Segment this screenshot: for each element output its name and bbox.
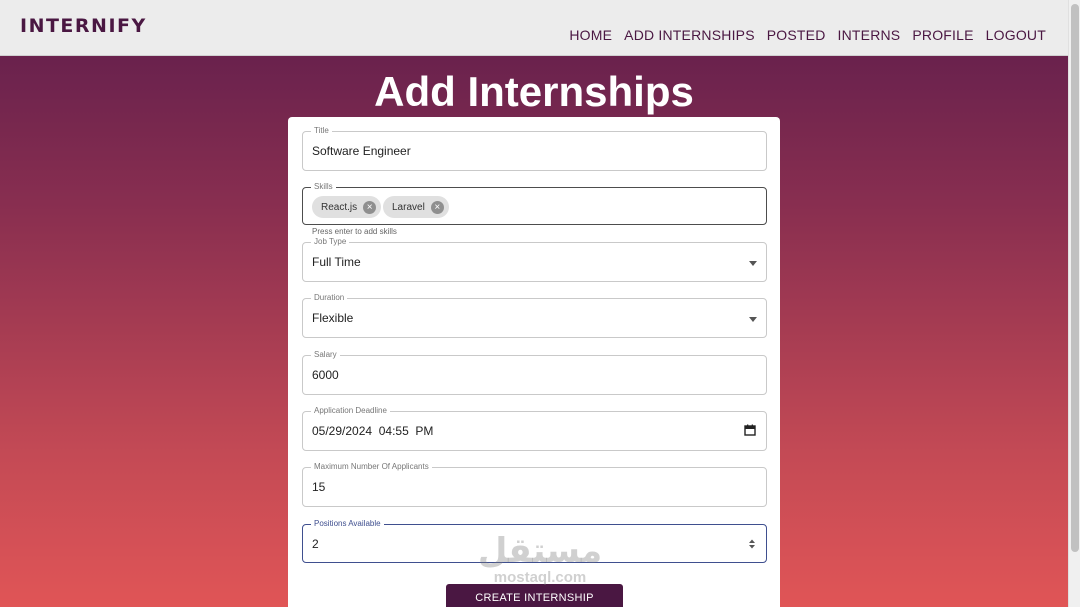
duration-label: Duration	[311, 293, 348, 302]
skills-helper-text: Press enter to add skills	[312, 227, 397, 236]
scrollbar-thumb[interactable]	[1071, 4, 1079, 552]
nav-profile-link[interactable]: PROFILE	[912, 27, 973, 43]
nav-home-link[interactable]: HOME	[569, 27, 612, 43]
positions-label: Positions Available	[311, 519, 384, 528]
salary-value[interactable]: 6000	[312, 368, 339, 382]
deadline-label: Application Deadline	[311, 406, 390, 415]
duration-select[interactable]: Duration Flexible	[302, 293, 767, 338]
duration-value: Flexible	[312, 311, 354, 325]
skill-chip-label: Laravel	[392, 201, 425, 213]
salary-label: Salary	[311, 350, 340, 359]
job-type-select[interactable]: Job Type Full Time	[302, 237, 767, 282]
title-value[interactable]: Software Engineer	[312, 144, 411, 158]
title-field[interactable]: Title Software Engineer	[302, 126, 767, 171]
max-applicants-field[interactable]: Maximum Number Of Applicants 15	[302, 462, 767, 507]
calendar-icon[interactable]	[744, 424, 756, 436]
arrow-drop-down-icon[interactable]	[749, 261, 757, 266]
skills-label: Skills	[311, 182, 336, 191]
application-deadline-field[interactable]: Application Deadline 05/29/2024 04:55 PM	[302, 406, 767, 451]
create-internship-button[interactable]: CREATE INTERNSHIP	[446, 584, 623, 607]
positions-available-field[interactable]: Positions Available 2	[302, 519, 767, 563]
main-nav: HOME ADD INTERNSHIPS POSTED INTERNS PROF…	[569, 27, 1046, 43]
page-title: Add Internships	[374, 68, 694, 115]
salary-field[interactable]: Salary 6000	[302, 350, 767, 395]
nav-interns-link[interactable]: INTERNS	[838, 27, 901, 43]
brand-logo[interactable]: INTERNIFY	[20, 15, 147, 37]
nav-add-internships-link[interactable]: ADD INTERNSHIPS	[624, 27, 755, 43]
positions-value[interactable]: 2	[312, 537, 319, 551]
arrow-drop-down-icon[interactable]	[749, 317, 757, 322]
skill-chip[interactable]: Laravel ×	[383, 196, 449, 218]
max-applicants-value[interactable]: 15	[312, 480, 325, 494]
skills-field[interactable]: Skills React.js × Laravel ×	[302, 182, 767, 225]
add-internship-form: Title Software Engineer Skills React.js …	[288, 117, 780, 607]
top-navbar: INTERNIFY HOME ADD INTERNSHIPS POSTED IN…	[0, 0, 1068, 56]
title-label: Title	[311, 126, 332, 135]
cancel-circle-icon[interactable]: ×	[363, 200, 377, 214]
page-scrollbar[interactable]	[1068, 0, 1080, 607]
nav-posted-link[interactable]: POSTED	[767, 27, 826, 43]
cancel-circle-icon[interactable]: ×	[430, 200, 444, 214]
job-type-value: Full Time	[312, 255, 361, 269]
skill-chip[interactable]: React.js ×	[312, 196, 382, 218]
max-applicants-label: Maximum Number Of Applicants	[311, 462, 432, 471]
deadline-value[interactable]: 05/29/2024 04:55 PM	[312, 424, 433, 438]
job-type-label: Job Type	[311, 237, 350, 246]
number-stepper-icon[interactable]	[748, 537, 756, 551]
nav-logout-link[interactable]: LOGOUT	[986, 27, 1046, 43]
skill-chip-label: React.js	[321, 201, 358, 213]
